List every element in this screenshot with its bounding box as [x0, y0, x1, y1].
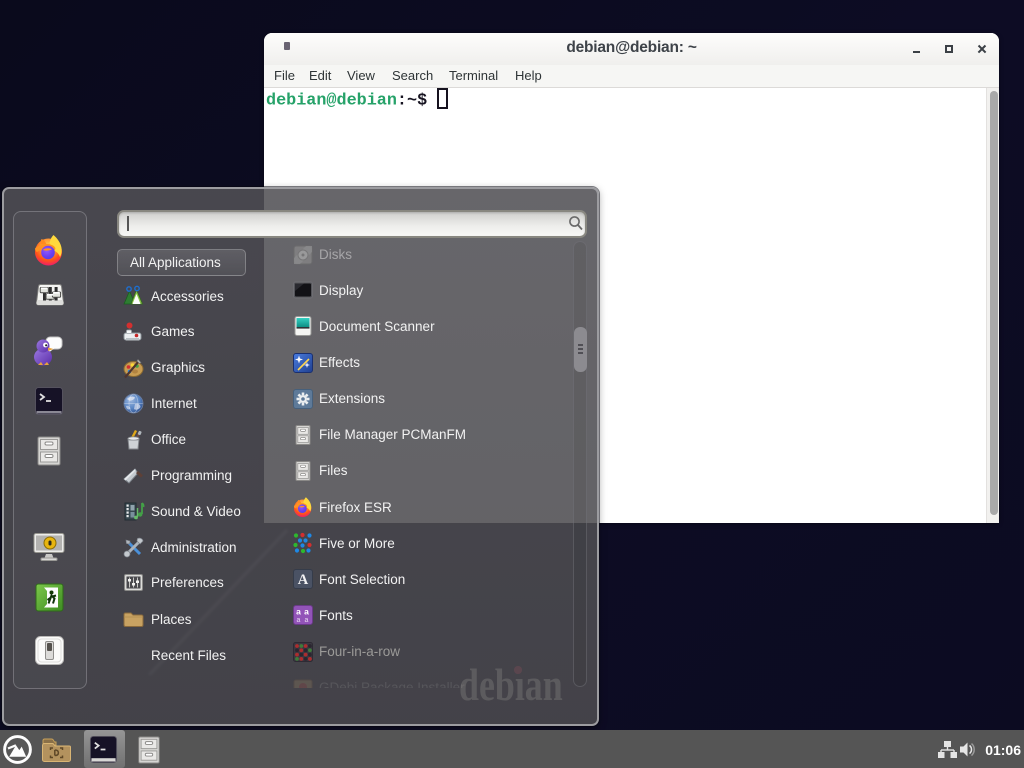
svg-text:A: A [298, 572, 309, 588]
svg-text:a: a [296, 607, 301, 617]
svg-text:a: a [305, 617, 309, 624]
svg-text:a: a [297, 617, 301, 624]
svg-text:a: a [304, 607, 309, 617]
